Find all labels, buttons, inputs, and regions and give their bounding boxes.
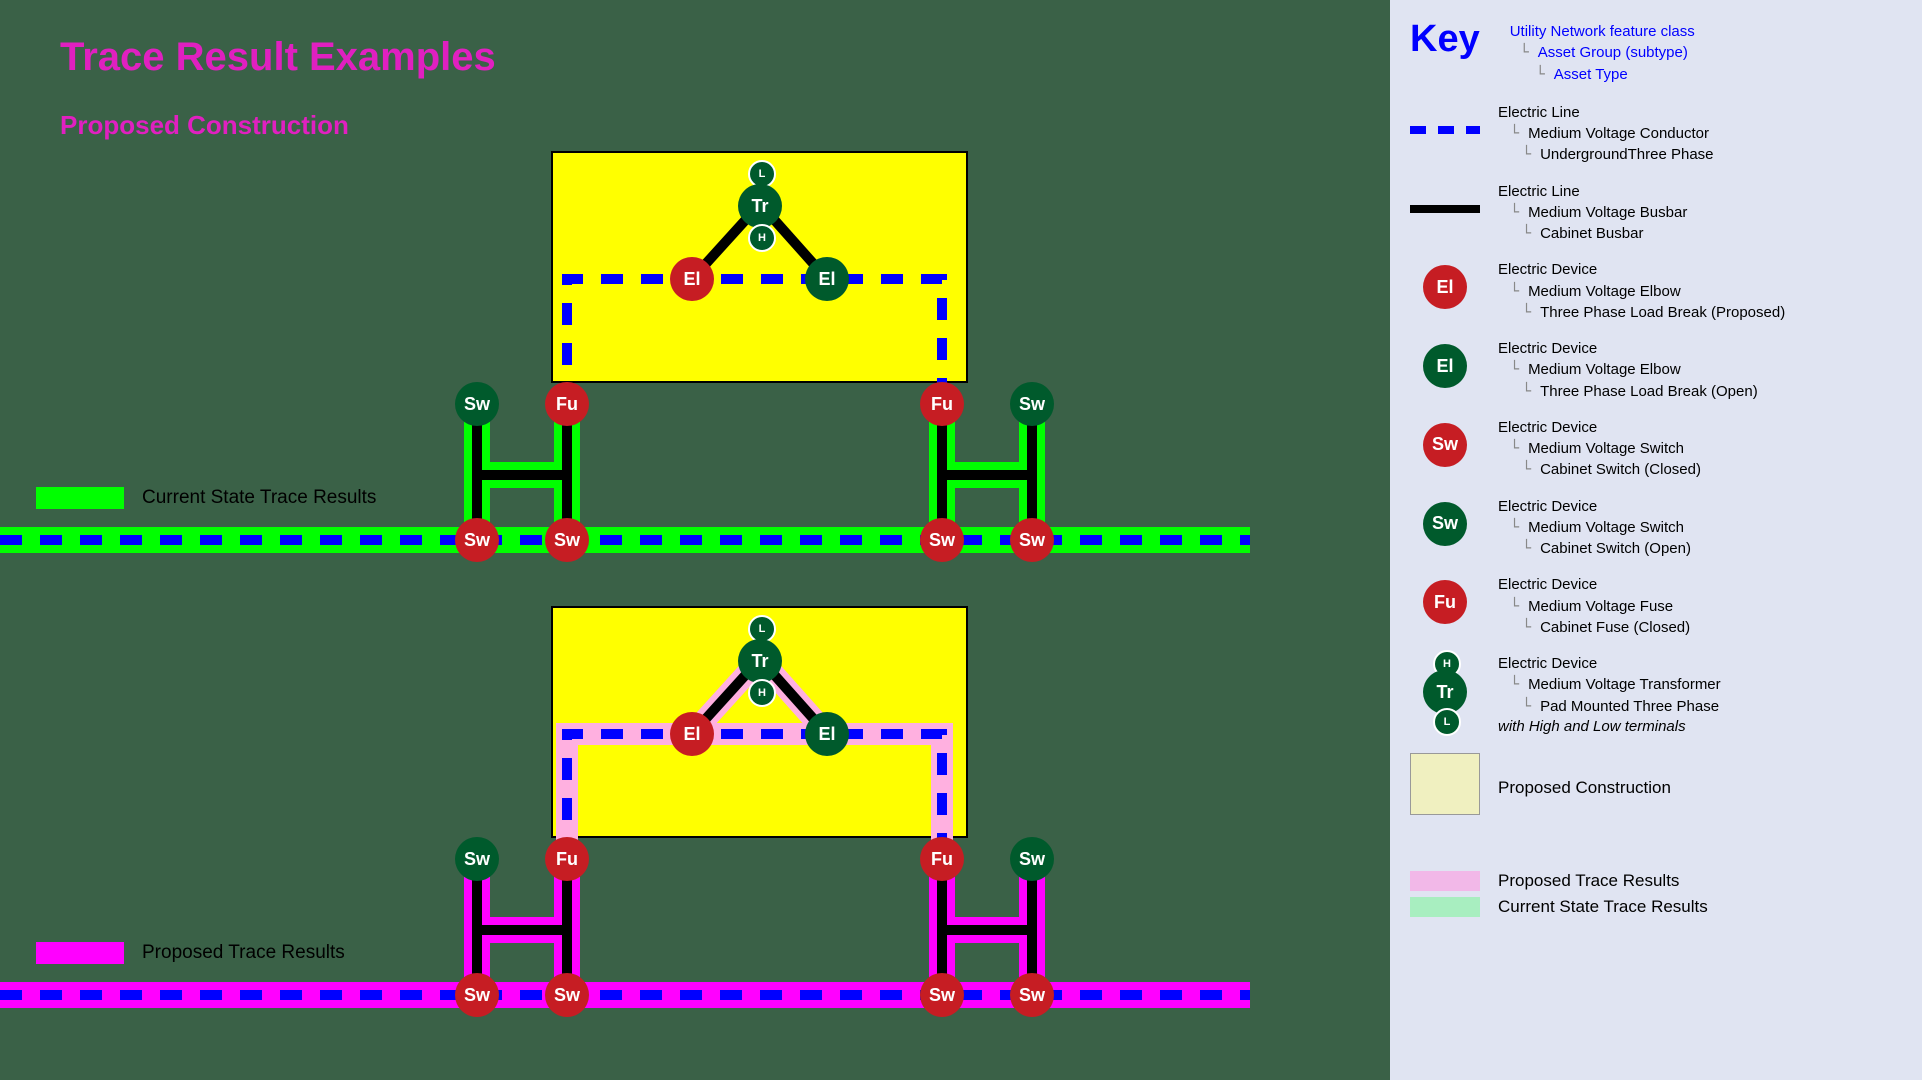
network-diagram: [0, 0, 1390, 1080]
elbow-proposed-node: El: [670, 712, 714, 756]
key-item-switch-open: Sw Electric Device Medium Voltage Switch…: [1410, 497, 1902, 560]
proposed-trace-swatch: [36, 942, 124, 964]
key-panel: Key Utility Network feature class Asset …: [1390, 0, 1922, 1080]
fuse-node: Fu: [920, 382, 964, 426]
elbow-open-node: El: [805, 257, 849, 301]
key-item-conductor: Electric Line Medium Voltage Conductor U…: [1410, 103, 1902, 166]
transformer-h-terminal: H: [748, 679, 776, 707]
key-item-elbow-open: El Electric Device Medium Voltage Elbow …: [1410, 339, 1902, 402]
switch-open-node: Sw: [1010, 837, 1054, 881]
switch-closed-node: Sw: [920, 973, 964, 1017]
key-item-current-trace: Current State Trace Results: [1410, 897, 1902, 917]
key-title: Key: [1410, 18, 1480, 61]
switch-open-node: Sw: [455, 837, 499, 881]
elbow-open-node: El: [805, 712, 849, 756]
current-trace-swatch: [36, 487, 124, 509]
switch-open-node: Sw: [455, 382, 499, 426]
fuse-node: Fu: [545, 382, 589, 426]
proposed-trace-label: Proposed Trace Results: [142, 942, 345, 964]
switch-closed-node: Sw: [455, 518, 499, 562]
key-item-proposed-box: Proposed Construction: [1410, 757, 1902, 811]
key-item-busbar: Electric Line Medium Voltage Busbar Cabi…: [1410, 182, 1902, 245]
transformer-node: Tr: [738, 184, 782, 228]
fuse-node: Fu: [545, 837, 589, 881]
transformer-h-terminal: H: [748, 224, 776, 252]
key-item-switch-closed: Sw Electric Device Medium Voltage Switch…: [1410, 418, 1902, 481]
key-item-fuse: Fu Electric Device Medium Voltage Fuse C…: [1410, 575, 1902, 638]
key-item-elbow-proposed: El Electric Device Medium Voltage Elbow …: [1410, 260, 1902, 323]
switch-closed-node: Sw: [1010, 973, 1054, 1017]
switch-closed-node: Sw: [545, 973, 589, 1017]
switch-closed-node: Sw: [455, 973, 499, 1017]
fuse-node: Fu: [920, 837, 964, 881]
switch-closed-node: Sw: [545, 518, 589, 562]
key-hierarchy: Utility Network feature class Asset Grou…: [1510, 22, 1695, 85]
switch-open-node: Sw: [1010, 382, 1054, 426]
switch-closed-node: Sw: [1010, 518, 1054, 562]
current-trace-label: Current State Trace Results: [142, 487, 376, 509]
switch-closed-node: Sw: [920, 518, 964, 562]
key-item-proposed-trace: Proposed Trace Results: [1410, 871, 1902, 891]
transformer-node: Tr: [738, 639, 782, 683]
elbow-proposed-node: El: [670, 257, 714, 301]
key-item-transformer: H Tr L Electric Device Medium Voltage Tr…: [1410, 654, 1902, 737]
